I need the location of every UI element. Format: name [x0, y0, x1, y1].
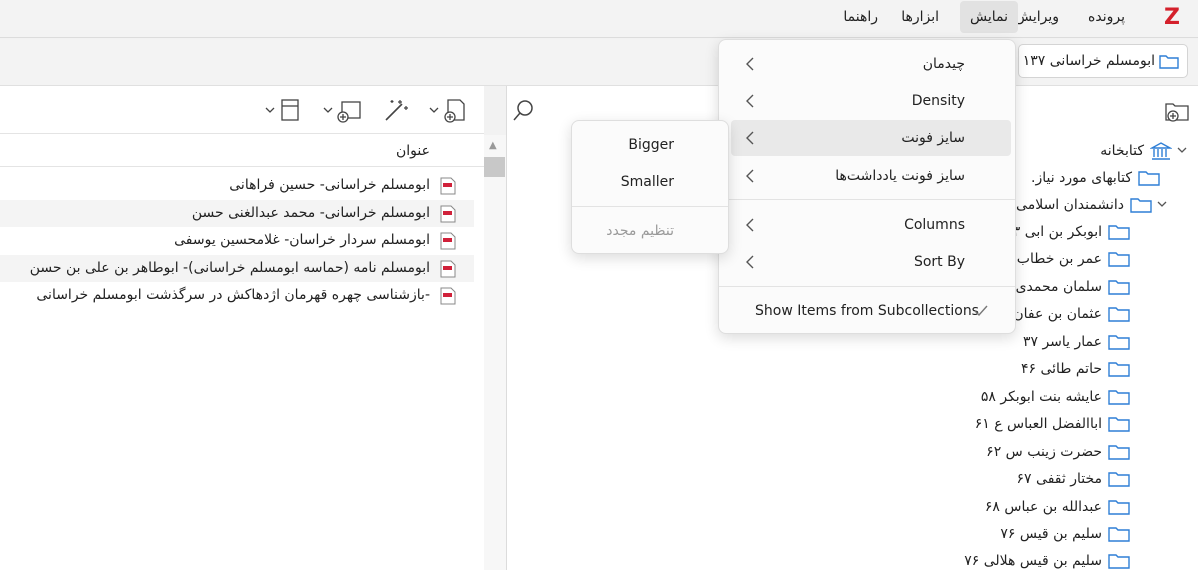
menu-help[interactable]: راهنما — [833, 0, 888, 34]
menu-separator — [719, 199, 1015, 200]
tree-item[interactable]: ۵۸ عایشه بنت ابوبکر — [930, 384, 1130, 411]
magic-wand-button[interactable] — [380, 96, 410, 124]
pdf-icon — [440, 205, 456, 223]
tree-item[interactable]: ۷۶ سلیم بن قیس — [930, 521, 1130, 548]
chevron-down-icon[interactable] — [1176, 143, 1188, 157]
menu-tools[interactable]: ابزارها — [891, 0, 949, 34]
scroll-up-icon[interactable]: ▲ — [489, 140, 497, 151]
menu-item-font-size[interactable]: سایز فونت — [731, 120, 1011, 156]
chevron-left-icon — [746, 94, 754, 108]
view-menu: چیدمان Density سایز فونت سایز فونت یاددا… — [718, 39, 1016, 334]
pdf-icon — [440, 287, 456, 305]
chevron-left-icon — [746, 218, 754, 232]
folder-icon — [1108, 225, 1130, 240]
folder-icon — [1108, 500, 1130, 515]
tree-item[interactable]: ۴۶ حاتم طائی — [930, 356, 1130, 383]
folder-icon — [1108, 554, 1130, 569]
tree-item-label: ۷۶ سلیم بن قیس — [1000, 526, 1102, 542]
folder-icon — [1108, 362, 1130, 377]
tree-item[interactable]: ۶۲ حضرت زینب س — [930, 439, 1130, 466]
tree-item[interactable]: ۶۱ اباالفضل العباس ع — [930, 411, 1130, 438]
menu-item-smaller[interactable]: Smaller — [576, 164, 724, 200]
checkmark-icon — [974, 305, 988, 317]
menu-item-density[interactable]: Density — [723, 83, 1011, 119]
zotero-logo: Z — [1164, 5, 1180, 30]
item-row[interactable]: ابومسلم خراسانی- حسین فراهانی — [0, 172, 474, 199]
tree-item-label: ۳۷ عمار یاسر — [1022, 334, 1102, 350]
folder-icon — [1108, 390, 1130, 405]
folder-icon — [1108, 417, 1130, 432]
collection-header[interactable]: ۱۳۷ ابومسلم خراسانی — [1018, 44, 1188, 78]
folder-icon — [1108, 445, 1130, 460]
menu-item-columns[interactable]: Columns — [723, 207, 1011, 243]
pdf-icon — [440, 260, 456, 278]
tree-item-label: .کتابهای مورد نیاز — [1031, 170, 1132, 186]
column-title: عنوان — [396, 143, 430, 159]
tree-item-label: ۷۶ سلیم بن قیس هلالی — [964, 553, 1102, 569]
tree-item[interactable]: ۶۷ مختار ثقفی — [930, 466, 1130, 493]
new-collection-icon[interactable] — [1164, 98, 1190, 124]
pdf-icon — [440, 177, 456, 195]
tree-item[interactable]: ۷۶ سلیم بن قیس هلالی — [930, 548, 1130, 570]
tree-item-label: ۶۲ حضرت زینب س — [986, 444, 1102, 460]
folder-icon — [1108, 335, 1130, 350]
item-row[interactable]: ابومسلم نامه (حماسه ابومسلم خراسانی)- اب… — [0, 255, 474, 282]
new-note-button[interactable] — [262, 96, 302, 124]
folder-icon — [1108, 307, 1130, 322]
menu-item-note-font-size[interactable]: سایز فونت یادداشت‌ها — [723, 158, 1011, 194]
library-label: کتابخانه — [1100, 143, 1144, 159]
tree-item-label: ۴۶ حاتم طائی — [1020, 361, 1102, 377]
menu-item-sort-by[interactable]: Sort By — [723, 244, 1011, 280]
tree-item-label: ۶۱ اباالفضل العباس ع — [974, 416, 1102, 432]
item-row[interactable]: ابومسلم سردار خراسان- غلامحسین یوسفی — [0, 227, 474, 254]
item-title: بازشناسی چهره قهرمان اژدهاکش در سرگذشت ا… — [36, 287, 430, 303]
folder-icon — [1108, 527, 1130, 542]
font-size-submenu: Bigger Smaller تنظیم مجدد — [571, 120, 729, 254]
folder-icon — [1130, 198, 1152, 213]
menu-view[interactable]: نمایش — [959, 1, 1018, 33]
tree-item[interactable]: ۶۸ عبدالله بن عباس — [930, 494, 1130, 521]
menu-separator — [719, 286, 1015, 287]
new-item-button[interactable] — [426, 96, 470, 124]
menu-separator — [572, 206, 728, 207]
folder-icon — [1108, 252, 1130, 267]
menu-item-show-subcollections[interactable]: Show Items from Subcollections — [723, 293, 1011, 329]
chevron-left-icon — [746, 169, 754, 183]
tree-item-label: ۱۳ ابوبکر بن ابی — [1005, 224, 1102, 240]
item-row[interactable]: بازشناسی چهره قهرمان اژدهاکش در سرگذشت ا… — [0, 282, 474, 309]
library-icon — [1150, 142, 1172, 160]
chevron-down-icon[interactable] — [1156, 197, 1168, 211]
tree-item-library[interactable]: کتابخانه — [988, 138, 1188, 165]
items-toolbar — [0, 86, 484, 134]
scrollbar[interactable] — [484, 135, 506, 570]
menu-item-reset: تنظیم مجدد — [606, 223, 674, 239]
add-attachment-button[interactable] — [320, 96, 366, 124]
chevron-left-icon — [746, 255, 754, 269]
item-title: ابومسلم سردار خراسان- غلامحسین یوسفی — [174, 232, 430, 248]
tree-item-label: ۱. دانشمندان اسلامی — [1000, 197, 1124, 213]
item-title: ابومسلم خراسانی- محمد عبدالغنی حسن — [191, 205, 430, 221]
chevron-left-icon — [746, 57, 754, 71]
menu-file[interactable]: پرونده — [1078, 0, 1135, 34]
collection-title: ۱۳۷ ابومسلم خراسانی — [1022, 53, 1155, 69]
tree-item-label: ۶۷ مختار ثقفی — [1016, 471, 1102, 487]
toolbar-strip: ۱۳۷ ابومسلم خراسانی — [0, 39, 1198, 86]
item-row[interactable]: ابومسلم خراسانی- محمد عبدالغنی حسن — [0, 200, 474, 227]
scroll-thumb[interactable] — [484, 157, 505, 177]
tree-item-label: ۶۸ عبدالله بن عباس — [984, 499, 1102, 515]
menu-item-bigger[interactable]: Bigger — [576, 127, 724, 163]
search-icon[interactable] — [512, 98, 536, 122]
column-header-title[interactable]: عنوان — [0, 135, 484, 167]
folder-icon — [1159, 55, 1179, 69]
folder-icon — [1108, 280, 1130, 295]
chevron-left-icon — [746, 131, 754, 145]
pdf-icon — [440, 232, 456, 250]
folder-icon — [1108, 472, 1130, 487]
menu-bar: Z پرونده ویرایش نمایش ابزارها راهنما — [0, 0, 1198, 38]
menu-item-layout[interactable]: چیدمان — [723, 46, 1011, 82]
item-title: ابومسلم خراسانی- حسین فراهانی — [229, 177, 430, 193]
folder-icon — [1138, 171, 1160, 186]
tree-item-label: ۵۸ عایشه بنت ابوبکر — [980, 389, 1102, 405]
item-title: ابومسلم نامه (حماسه ابومسلم خراسانی)- اب… — [29, 260, 430, 276]
